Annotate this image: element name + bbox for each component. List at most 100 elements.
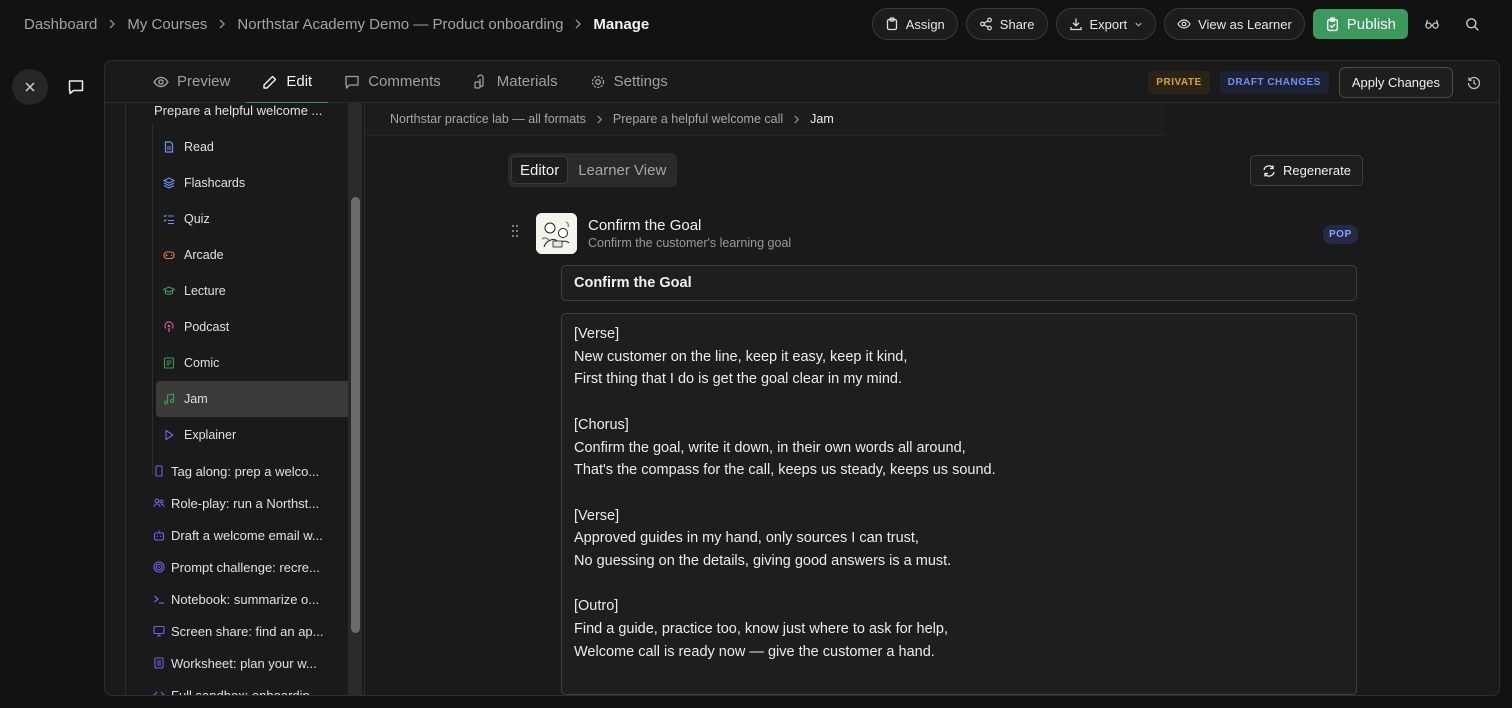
tree-sibling-label: Full sandbox: onboardin... <box>171 687 321 696</box>
learner-view-toggle[interactable]: Learner View <box>570 156 674 184</box>
breadcrumb-course[interactable]: Northstar Academy Demo — Product onboard… <box>237 16 563 33</box>
tree-item-label: Arcade <box>184 248 224 262</box>
title-field[interactable]: Confirm the Goal <box>561 265 1357 301</box>
gamepad-icon <box>163 249 175 261</box>
drag-handle[interactable] <box>511 224 519 243</box>
tree-sibling-notebook[interactable]: Notebook: summarize o... <box>153 583 333 615</box>
tree-sibling-screen-share[interactable]: Screen share: find an ap... <box>153 615 333 647</box>
share-button[interactable]: Share <box>965 8 1048 40</box>
image-icon <box>163 357 175 369</box>
apply-changes-button[interactable]: Apply Changes <box>1338 67 1453 98</box>
tab-preview[interactable]: Preview <box>137 61 246 103</box>
tab-settings[interactable]: Settings <box>574 61 684 103</box>
export-label: Export <box>1089 16 1128 32</box>
eye-icon <box>1177 17 1191 31</box>
chevron-right-icon <box>217 19 227 29</box>
content-breadcrumb-current: Jam <box>810 112 834 126</box>
glasses-button[interactable] <box>1416 8 1448 40</box>
tab-comments[interactable]: Comments <box>328 61 457 103</box>
history-button[interactable] <box>1463 72 1485 94</box>
users-icon <box>153 497 165 509</box>
status-area: PRIVATE DRAFT CHANGES Apply Changes <box>1148 67 1485 98</box>
chat-button[interactable] <box>58 69 94 105</box>
tree-sibling-label: Notebook: summarize o... <box>171 591 320 607</box>
tree-sibling-tag-along[interactable]: Tag along: prep a welco... <box>153 455 333 487</box>
publish-button[interactable]: Publish <box>1312 9 1408 39</box>
terminal-icon <box>153 593 165 605</box>
view-as-learner-button[interactable]: View as Learner <box>1164 8 1305 40</box>
close-icon <box>24 81 36 93</box>
sidebar-scroll-thumb[interactable] <box>351 197 360 633</box>
worksheet-icon <box>153 657 165 669</box>
chat-icon <box>67 78 85 96</box>
materials-icon <box>473 73 489 90</box>
top-actions: Assign Share Export View as Learner Publ… <box>871 8 1488 40</box>
tree-sibling-label: Draft a welcome email w... <box>171 527 323 543</box>
editor-panel: Preview Edit Comments Materials Settings… <box>104 60 1500 696</box>
tree-item-read[interactable]: Read <box>156 129 361 165</box>
export-button[interactable]: Export <box>1055 8 1157 40</box>
tree-sibling-draft-email[interactable]: Draft a welcome email w... <box>153 519 333 551</box>
gear-icon <box>590 74 606 90</box>
search-icon <box>1465 17 1480 32</box>
tree-item-arcade[interactable]: Arcade <box>156 237 361 273</box>
tree-item-comic[interactable]: Comic <box>156 345 361 381</box>
tree-item-lecture[interactable]: Lecture <box>156 273 361 309</box>
tree-item-explainer[interactable]: Explainer <box>156 417 361 453</box>
tree-item-flashcards[interactable]: Flashcards <box>156 165 361 201</box>
chevron-right-icon <box>107 19 117 29</box>
view-as-learner-label: View as Learner <box>1198 16 1292 32</box>
tab-edit[interactable]: Edit <box>246 61 329 104</box>
genre-badge: POP <box>1323 225 1358 244</box>
tree-item-jam[interactable]: Jam <box>156 381 361 417</box>
tab-materials[interactable]: Materials <box>457 61 574 103</box>
tree-item-label: Comic <box>184 356 220 370</box>
target-icon <box>153 561 165 573</box>
regenerate-button[interactable]: Regenerate <box>1250 155 1363 186</box>
tree-sibling-prompt-challenge[interactable]: Prompt challenge: recre... <box>153 551 333 583</box>
tree-item-label: Quiz <box>184 212 210 226</box>
content-area: Northstar practice lab — all formats Pre… <box>365 103 1499 695</box>
assign-button[interactable]: Assign <box>871 8 958 40</box>
tree-item-label: Explainer <box>184 428 237 442</box>
tree-item-quiz[interactable]: Quiz <box>156 201 361 237</box>
clipboard-icon <box>885 17 899 31</box>
editor-toggle[interactable]: Editor <box>511 156 569 184</box>
tree-sibling-label: Worksheet: plan your w... <box>171 655 317 671</box>
item-thumbnail <box>536 213 577 254</box>
private-badge: PRIVATE <box>1148 71 1210 94</box>
tree-sibling-label: Tag along: prep a welco... <box>171 463 320 479</box>
graduation-cap-icon <box>163 285 175 297</box>
checklist-icon <box>163 213 175 225</box>
tree-item-podcast[interactable]: Podcast <box>156 309 361 345</box>
tree-item-label: Jam <box>184 392 208 406</box>
item-title: Confirm the Goal <box>588 217 702 234</box>
eye-icon <box>153 74 169 90</box>
grip-icon <box>511 224 519 238</box>
monitor-icon <box>153 625 165 637</box>
tree-sibling-worksheet[interactable]: Worksheet: plan your w... <box>153 647 333 679</box>
top-bar: Dashboard My Courses Northstar Academy D… <box>0 0 1512 48</box>
cartoon-illustration-icon <box>536 213 577 254</box>
comment-icon <box>344 74 360 90</box>
close-button[interactable] <box>12 69 48 105</box>
content-breadcrumb-lab[interactable]: Northstar practice lab — all formats <box>390 112 586 126</box>
breadcrumb-dashboard[interactable]: Dashboard <box>24 16 97 33</box>
robot-icon <box>153 529 165 541</box>
lyrics-textarea[interactable]: [Verse] New customer on the line, keep i… <box>561 313 1357 695</box>
tree-parent-lesson[interactable]: Prepare a helpful welcome ... <box>154 103 322 121</box>
refresh-icon <box>1262 164 1276 178</box>
tree-sibling-sandbox[interactable]: Full sandbox: onboardin... <box>153 679 333 696</box>
tree-sibling-label: Role-play: run a Northst... <box>171 495 320 511</box>
share-icon <box>979 17 993 31</box>
draft-changes-badge: DRAFT CHANGES <box>1219 71 1329 94</box>
search-button[interactable] <box>1456 8 1488 40</box>
content-breadcrumb-lesson[interactable]: Prepare a helpful welcome call <box>613 112 783 126</box>
history-icon <box>1466 75 1482 91</box>
phone-icon <box>153 465 165 477</box>
breadcrumb-my-courses[interactable]: My Courses <box>127 16 207 33</box>
chevron-down-icon <box>1134 20 1143 29</box>
tree-sibling-role-play[interactable]: Role-play: run a Northst... <box>153 487 333 519</box>
tab-preview-label: Preview <box>177 73 231 90</box>
tab-materials-label: Materials <box>496 73 558 90</box>
